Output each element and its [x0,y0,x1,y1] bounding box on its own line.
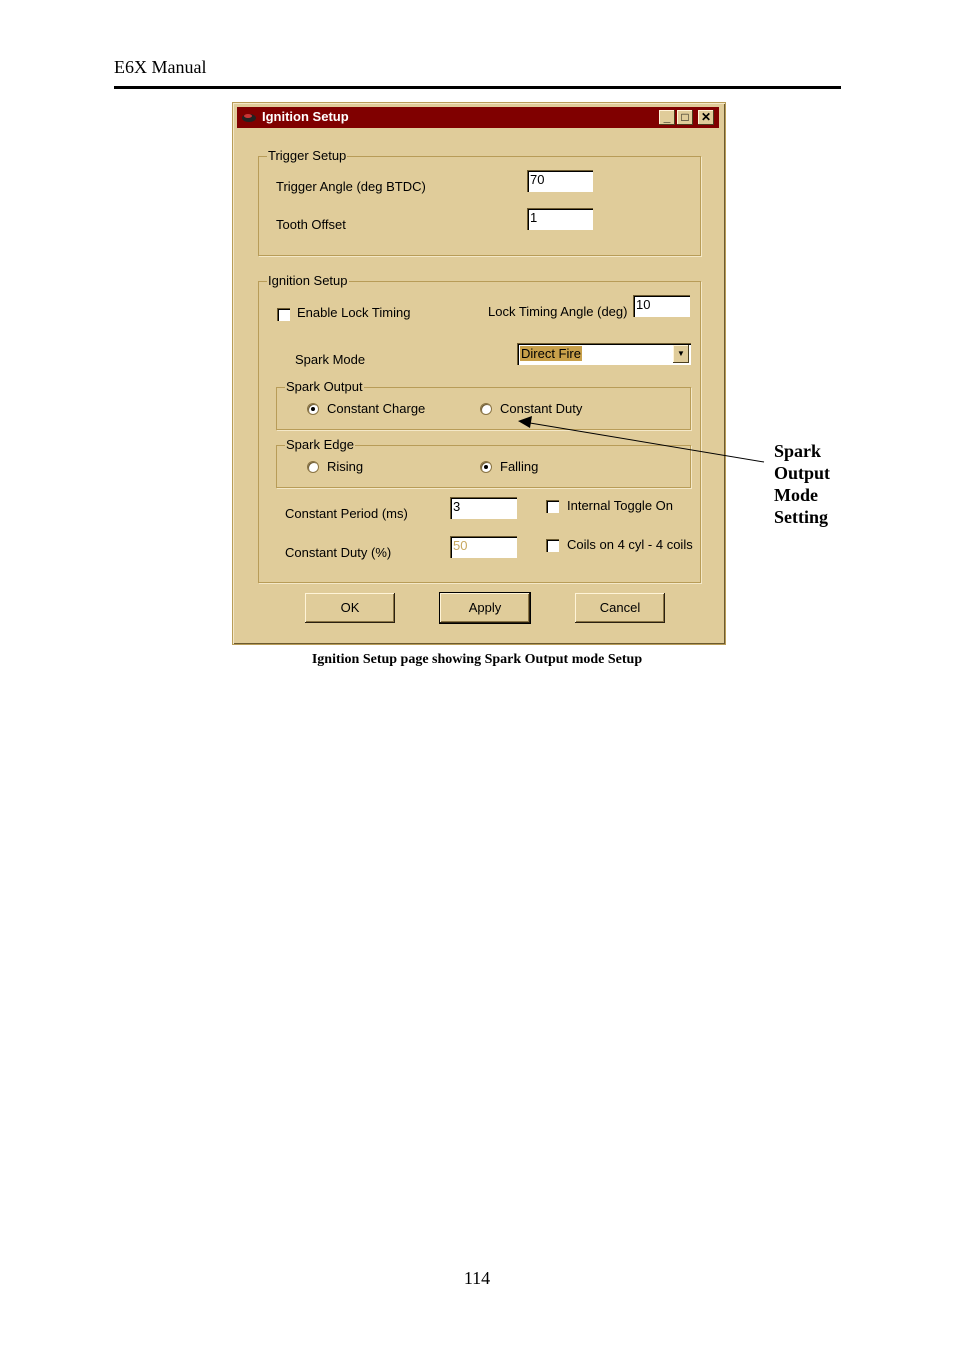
chevron-down-icon[interactable]: ▼ [673,345,689,363]
spark-mode-select[interactable]: Direct Fire ▼ [517,343,691,365]
trigger-setup-group: Trigger Setup [258,148,701,256]
constant-duty-input[interactable]: 50 [450,536,517,558]
ok-button[interactable]: OK [305,593,395,623]
page-header: E6X Manual [114,57,207,77]
constant-duty-radio[interactable] [480,403,492,415]
spark-mode-value: Direct Fire [520,346,582,361]
constant-period-input[interactable]: 3 [450,497,517,519]
falling-radio[interactable] [480,461,492,473]
constant-charge-radio[interactable] [307,403,319,415]
apply-button[interactable]: Apply [439,592,531,624]
spark-output-label: Spark Output [285,379,364,394]
trigger-angle-input[interactable]: 70 [527,170,593,192]
trigger-angle-label: Trigger Angle (deg BTDC) [276,179,426,194]
enable-lock-timing-label[interactable]: Enable Lock Timing [297,305,410,320]
falling-label[interactable]: Falling [500,459,538,474]
rising-label[interactable]: Rising [327,459,363,474]
tooth-offset-label: Tooth Offset [276,217,346,232]
enable-lock-timing-checkbox[interactable] [277,308,290,321]
coils-label[interactable]: Coils on 4 cyl - 4 coils [567,537,693,552]
minimize-button[interactable]: _ [659,110,675,125]
header-rule [114,86,841,89]
maximize-button[interactable]: □ [677,110,693,125]
page-number: 114 [463,1268,491,1288]
title-bar[interactable]: Ignition Setup _ □ ✕ [237,107,719,128]
spark-edge-label: Spark Edge [285,437,355,452]
trigger-setup-label: Trigger Setup [267,148,348,163]
rising-radio[interactable] [307,461,319,473]
lock-timing-angle-label: Lock Timing Angle (deg) [488,304,628,319]
annotation-label: Spark Output Mode Setting [774,440,830,528]
cancel-button[interactable]: Cancel [575,593,665,623]
ignition-setup-window: Ignition Setup _ □ ✕ Trigger Setup Trigg… [232,102,726,645]
ignition-setup-label: Ignition Setup [267,273,349,288]
lock-timing-angle-input[interactable]: 10 [633,295,690,317]
coils-checkbox[interactable] [546,539,559,552]
constant-period-label: Constant Period (ms) [285,506,408,521]
close-button[interactable]: ✕ [698,110,714,125]
app-icon [242,114,256,122]
internal-toggle-checkbox[interactable] [546,500,559,513]
internal-toggle-label[interactable]: Internal Toggle On [567,498,673,513]
spark-mode-label: Spark Mode [295,352,366,367]
constant-charge-label[interactable]: Constant Charge [327,401,425,416]
figure-caption: Ignition Setup page showing Spark Output… [311,652,643,667]
annotation-line: Output [774,463,831,483]
constant-duty-label[interactable]: Constant Duty [500,401,582,416]
annotation-line: Spark [774,441,822,461]
tooth-offset-input[interactable]: 1 [527,208,593,230]
window-title: Ignition Setup [262,109,349,124]
constant-duty-field-label: Constant Duty (%) [285,545,392,560]
annotation-line: Mode [774,485,818,505]
annotation-line: Setting [774,507,828,527]
